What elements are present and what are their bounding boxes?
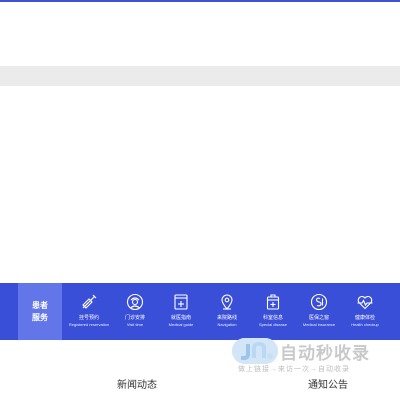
service-item-label-en: Health checkup (351, 322, 379, 327)
patient-services-list: 挂号预约 Registered reservation 门诊安排 Visit t… (62, 283, 400, 340)
services-bar-edge (0, 283, 18, 340)
service-item-visit-time[interactable]: 门诊安排 Visit time (112, 283, 158, 340)
service-item-label-cn: 科室信息 (262, 315, 283, 321)
service-item-label-en: Special disease (258, 322, 288, 327)
service-item-navigation[interactable]: 来院路线 Navigation (204, 283, 250, 340)
service-item-health-checkup[interactable]: 健康体检 Health checkup (342, 283, 388, 340)
service-item-label-cn: 来院路线 (216, 315, 237, 321)
service-item-label-cn: 健康体检 (354, 315, 375, 321)
service-item-label-cn: 挂号预约 (78, 315, 99, 321)
service-item-label-en: Registered reservation (68, 322, 110, 327)
service-item-label-en: Medical guide (168, 322, 194, 327)
syringe-icon (80, 293, 98, 311)
location-pin-icon (218, 293, 236, 311)
doctor-icon (126, 293, 144, 311)
special-disease-icon (264, 293, 282, 311)
service-item-medical-guide[interactable]: 就医指南 Medical guide (158, 283, 204, 340)
notice-section-heading[interactable]: 通知公告 (308, 376, 348, 391)
watermark-logo-mark (232, 338, 278, 364)
service-item-special-disease[interactable]: 科室信息 Special disease (250, 283, 296, 340)
service-item-label-cn: 门诊安排 (124, 315, 145, 321)
service-item-medical-insurance[interactable]: 医保之窗 Medical insurance (296, 283, 342, 340)
watermark-logo (232, 338, 278, 364)
service-item-label-cn: 就医指南 (170, 315, 191, 321)
top-accent-line (0, 0, 400, 2)
patient-services-label-line2: 服务 (32, 312, 48, 322)
gray-divider-band (0, 66, 400, 86)
watermark-title: 自动秒收录 (280, 344, 370, 363)
heart-checkup-icon (356, 293, 374, 311)
medical-insurance-icon (310, 293, 328, 311)
watermark: 自动秒收录 做上链接→来访一次→自动收录 (228, 338, 400, 378)
service-item-registered-reservation[interactable]: 挂号预约 Registered reservation (66, 283, 112, 340)
service-item-label-cn: 医保之窗 (308, 315, 329, 321)
service-item-label-en: Visit time (126, 322, 144, 327)
patient-services-bar: 患者 服务 挂号预约 Registered reservation 门诊安排 V… (0, 283, 400, 340)
patient-services-label: 患者 服务 (18, 283, 62, 340)
service-item-label-en: Medical insurance (302, 322, 336, 327)
medical-guide-icon (172, 293, 190, 311)
patient-services-label-line1: 患者 (32, 300, 48, 310)
service-item-label-en: Navigation (217, 322, 237, 327)
news-section-heading[interactable]: 新闻动态 (117, 376, 157, 391)
watermark-subtitle: 做上链接→来访一次→自动收录 (238, 366, 350, 373)
